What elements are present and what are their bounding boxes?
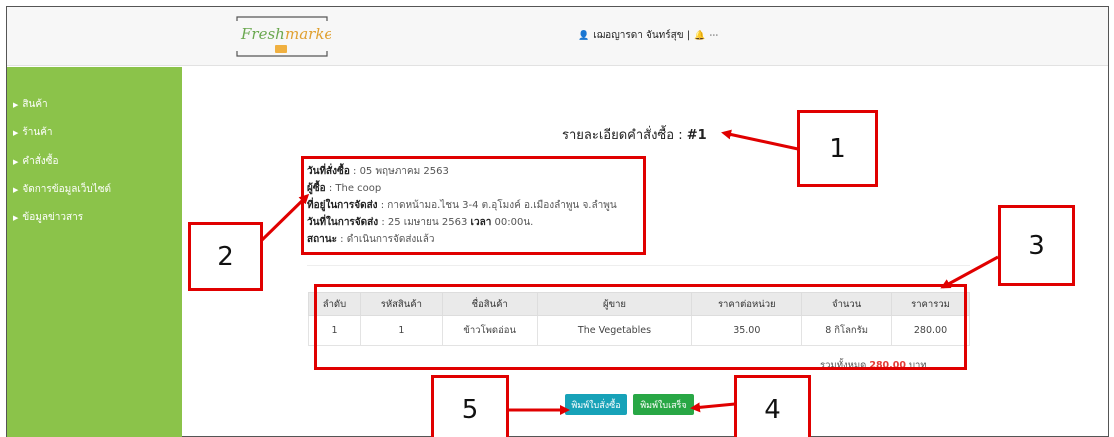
triangle-right-icon: ▶ [13, 128, 19, 137]
callout-4: 4 [734, 375, 811, 437]
sidebar-item-label: จัดการข้อมูลเว็บไซต์ [22, 184, 112, 195]
print-order-button[interactable]: พิมพ์ใบสั่งซื้อ [565, 394, 627, 415]
more-icon[interactable]: ⋯ [709, 31, 718, 41]
sidebar-item-website-settings[interactable]: ▶ จัดการข้อมูลเว็บไซต์ [13, 182, 111, 197]
highlight-order-table [314, 284, 967, 370]
user-menu[interactable]: 👤 เฌอญารดา จันทร์สุข | 🔔 ⋯ [578, 28, 718, 43]
triangle-right-icon: ▶ [13, 213, 19, 222]
page-title: รายละเอียดคำสั่งซื้อ : #1 [562, 124, 707, 145]
sidebar: ▶ สินค้า ▶ ร้านค้า ▶ คำสั่งซื้อ ▶ จัดการ… [7, 67, 182, 437]
sidebar-item-products[interactable]: ▶ สินค้า [13, 97, 48, 112]
svg-text:market: market [285, 25, 331, 43]
triangle-right-icon: ▶ [13, 157, 19, 166]
divider [307, 265, 970, 266]
triangle-right-icon: ▶ [13, 185, 19, 194]
sidebar-item-orders[interactable]: ▶ คำสั่งซื้อ [13, 154, 58, 169]
callout-3: 3 [998, 205, 1075, 286]
sidebar-item-news[interactable]: ▶ ข้อมูลข่าวสาร [13, 210, 83, 225]
user-icon: 👤 [578, 30, 590, 41]
top-bar: Fresh market 👤 เฌอญารดา จันทร์สุข | 🔔 ⋯ [7, 7, 1108, 66]
callout-5: 5 [431, 375, 509, 437]
fresh-market-logo[interactable]: Fresh market [233, 15, 331, 59]
bell-icon[interactable]: 🔔 [694, 31, 705, 41]
callout-2: 2 [188, 222, 263, 291]
highlight-order-info [301, 156, 646, 255]
sidebar-item-label: คำสั่งซื้อ [22, 156, 59, 167]
triangle-right-icon: ▶ [13, 100, 19, 109]
callout-1: 1 [797, 110, 878, 187]
order-number: #1 [686, 128, 707, 143]
svg-text:Fresh: Fresh [240, 25, 285, 43]
page-title-label: รายละเอียดคำสั่งซื้อ : [562, 128, 683, 143]
sidebar-item-label: สินค้า [22, 99, 48, 110]
sidebar-item-label: ร้านค้า [22, 127, 53, 138]
sidebar-item-shops[interactable]: ▶ ร้านค้า [13, 125, 53, 140]
sidebar-item-label: ข้อมูลข่าวสาร [22, 212, 84, 223]
print-receipt-button[interactable]: พิมพ์ใบเสร็จ [633, 394, 694, 415]
user-name: เฌอญารดา จันทร์สุข | [593, 30, 691, 41]
